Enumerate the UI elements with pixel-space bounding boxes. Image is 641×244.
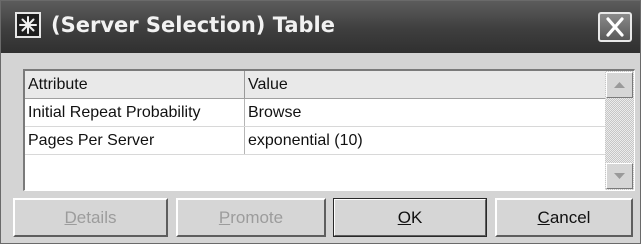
value-cell[interactable]: exponential (10) (244, 127, 605, 154)
attribute-table: Attribute Value Initial Repeat Probabili… (23, 69, 635, 191)
promote-mnemonic: P (218, 208, 231, 227)
scroll-up-button[interactable] (606, 72, 633, 98)
title-bar[interactable]: (Server Selection) Table (1, 1, 640, 53)
column-header-attribute[interactable]: Attribute (25, 71, 244, 98)
scroll-up-arrow-icon (614, 82, 625, 88)
server-selection-dialog: (Server Selection) Table Attribute Value… (0, 0, 641, 244)
ok-mnemonic: O (397, 208, 411, 227)
column-header-value[interactable]: Value (244, 71, 605, 98)
table-header-row: Attribute Value (25, 71, 605, 99)
promote-button[interactable]: Promote (176, 198, 326, 237)
ok-button[interactable]: OK (333, 198, 487, 237)
attribute-cell[interactable]: Initial Repeat Probability (25, 99, 244, 126)
details-button[interactable]: Details (13, 198, 168, 237)
ok-label-rest: K (410, 208, 423, 227)
vertical-scrollbar[interactable] (605, 71, 634, 190)
details-mnemonic: D (64, 208, 77, 227)
cancel-button[interactable]: Cancel (495, 198, 633, 237)
cancel-label-rest: ancel (549, 208, 591, 227)
value-cell[interactable]: Browse (244, 99, 605, 126)
window-title: (Server Selection) Table (51, 13, 335, 37)
details-label-rest: etails (76, 208, 117, 227)
table-grid: Attribute Value Initial Repeat Probabili… (25, 71, 605, 190)
table-row[interactable]: Pages Per Server exponential (10) (25, 127, 605, 155)
close-icon (606, 17, 624, 37)
scroll-down-button[interactable] (606, 163, 633, 189)
scroll-down-arrow-icon (614, 173, 625, 179)
attribute-cell[interactable]: Pages Per Server (25, 127, 244, 154)
asterisk-app-icon (15, 12, 41, 38)
table-row[interactable]: Initial Repeat Probability Browse (25, 99, 605, 127)
promote-label-rest: romote (230, 208, 284, 227)
cancel-mnemonic: C (537, 208, 550, 227)
close-button[interactable] (598, 12, 632, 42)
